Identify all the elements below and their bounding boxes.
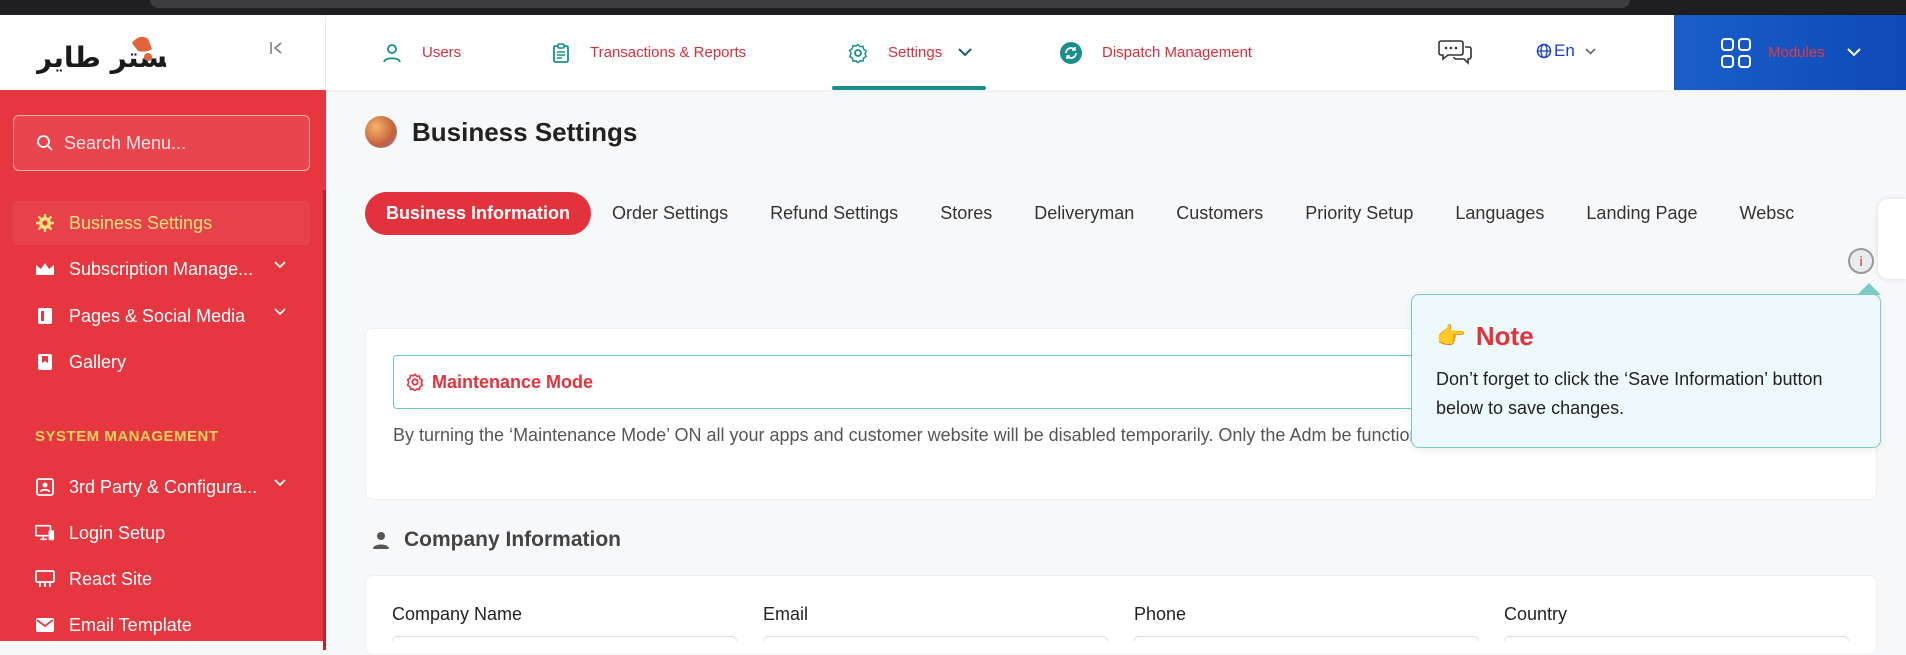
sidebar-item-label: Subscription Manage... — [69, 258, 254, 279]
chevron-down-icon — [274, 308, 286, 316]
sidebar-item-label: Email Template — [69, 614, 192, 635]
chevron-down-icon — [274, 261, 286, 269]
sidebar-scrollbar[interactable] — [323, 190, 326, 650]
tab-website[interactable]: Websc — [1740, 203, 1795, 224]
clipboard-icon — [553, 42, 569, 63]
tab-priority-setup[interactable]: Priority Setup — [1305, 203, 1413, 224]
chevron-down-icon — [274, 479, 286, 487]
sidebar: مستر طاير Business Settings Subscription… — [0, 15, 326, 650]
company-name-input[interactable] — [392, 636, 737, 641]
nav-dispatch-management[interactable]: Dispatch Management — [1060, 15, 1252, 90]
tab-order-settings[interactable]: Order Settings — [612, 203, 728, 224]
page-title-text: Business Settings — [412, 116, 638, 147]
phone-input[interactable] — [1134, 636, 1479, 641]
language-selector[interactable]: En — [1536, 41, 1596, 61]
email-icon — [35, 615, 55, 635]
business-icon — [365, 116, 397, 148]
phone-label: Phone — [1134, 604, 1187, 624]
tab-languages[interactable]: Languages — [1455, 203, 1544, 224]
country-label: Country — [1504, 604, 1568, 624]
chevron-down-icon — [1846, 48, 1861, 57]
page-title: Business Settings — [365, 116, 637, 148]
tab-deliveryman[interactable]: Deliveryman — [1034, 203, 1134, 224]
nav-label: Dispatch Management — [1102, 44, 1253, 61]
collapse-sidebar-icon[interactable] — [268, 39, 284, 62]
chat-icon[interactable] — [1438, 37, 1474, 72]
brand-logo[interactable]: مستر طاير — [34, 29, 185, 79]
brand-area: مستر طاير — [0, 15, 326, 90]
nav-label: Settings — [888, 44, 943, 61]
maintenance-title: Maintenance Mode — [432, 371, 594, 392]
company-name-label: Company Name — [392, 604, 523, 624]
language-label: En — [1554, 41, 1575, 60]
gear-icon — [406, 373, 424, 391]
refresh-icon — [1060, 41, 1082, 64]
tab-landing-page[interactable]: Landing Page — [1586, 203, 1697, 224]
monitor-icon — [35, 523, 55, 543]
pointing-hand-icon: 👉 — [1436, 323, 1466, 350]
info-icon[interactable]: i — [1848, 248, 1874, 274]
gear-icon — [35, 213, 55, 233]
sidebar-item-label: React Site — [69, 568, 153, 589]
company-information-card — [365, 575, 1877, 655]
contact-card-icon — [35, 477, 55, 497]
search-menu-field[interactable] — [13, 115, 310, 171]
country-select[interactable] — [1504, 636, 1849, 641]
crown-icon — [35, 259, 55, 279]
chevron-down-icon — [958, 48, 972, 57]
sidebar-item-business-settings[interactable]: Business Settings — [13, 201, 310, 245]
gear-icon — [848, 42, 868, 63]
top-header: Users Transactions & Reports Settings Di… — [326, 15, 1906, 90]
grid-icon — [1721, 37, 1751, 68]
sidebar-item-label: Gallery — [69, 351, 127, 372]
nav-settings[interactable]: Settings — [831, 15, 987, 90]
sidebar-item-label: Login Setup — [69, 522, 166, 543]
nav-transactions-reports[interactable]: Transactions & Reports — [552, 15, 746, 90]
globe-icon — [1536, 43, 1552, 59]
email-label: Email — [763, 604, 809, 624]
tab-business-information[interactable]: Business Information — [365, 192, 592, 235]
note-heading: 👉 Note — [1436, 321, 1534, 352]
tab-customers[interactable]: Customers — [1176, 203, 1263, 224]
sidebar-item-email-template[interactable]: Email Template — [13, 603, 310, 647]
note-body: Don’t forget to click the ‘Save Informat… — [1436, 369, 1823, 418]
note-title: Note — [1475, 321, 1534, 351]
sidebar-item-gallery[interactable]: Gallery — [13, 340, 310, 384]
search-icon — [37, 135, 53, 151]
company-information-heading: Company Information — [372, 528, 621, 552]
sidebar-item-react-site[interactable]: React Site — [13, 557, 310, 601]
modules-button[interactable]: Modules — [1674, 15, 1906, 90]
sidebar-item-3rd-party[interactable]: 3rd Party & Configura... — [13, 465, 310, 509]
nav-users[interactable]: Users — [382, 15, 461, 90]
nav-label: Transactions & Reports — [590, 44, 747, 61]
sidebar-item-pages-social[interactable]: Pages & Social Media — [13, 294, 310, 338]
email-input[interactable] — [763, 636, 1108, 641]
note-popover: 👉 Note Don’t forget to click the ‘Save I… — [1411, 283, 1881, 448]
web-icon — [35, 569, 55, 589]
search-menu-input[interactable] — [64, 132, 294, 154]
sidebar-item-subscription[interactable]: Subscription Manage... — [13, 247, 310, 291]
user-icon — [383, 43, 401, 62]
section-title-system-management: SYSTEM MANAGEMENT — [35, 428, 219, 445]
settings-tabs: Business Information Order Settings Refu… — [365, 192, 1836, 235]
company-information-title: Company Information — [404, 528, 622, 551]
tab-stores[interactable]: Stores — [940, 203, 992, 224]
side-floating-button[interactable] — [1878, 199, 1906, 279]
tab-refund-settings[interactable]: Refund Settings — [770, 203, 898, 224]
chevron-down-icon — [1585, 47, 1596, 55]
sidebar-item-login-setup[interactable]: Login Setup — [13, 511, 310, 555]
maintenance-description: By turning the ‘Maintenance Mode’ ON all… — [393, 425, 1439, 445]
browser-tab-strip — [0, 0, 1906, 15]
sidebar-item-label: Business Settings — [69, 212, 213, 233]
bookmark-icon — [35, 352, 55, 372]
nav-label: Users — [422, 44, 462, 61]
sidebar-item-label: Pages & Social Media — [69, 305, 246, 326]
user-icon — [373, 532, 389, 549]
page-icon — [35, 306, 55, 326]
modules-label: Modules — [1768, 44, 1825, 61]
sidebar-item-label: 3rd Party & Configura... — [69, 476, 258, 497]
